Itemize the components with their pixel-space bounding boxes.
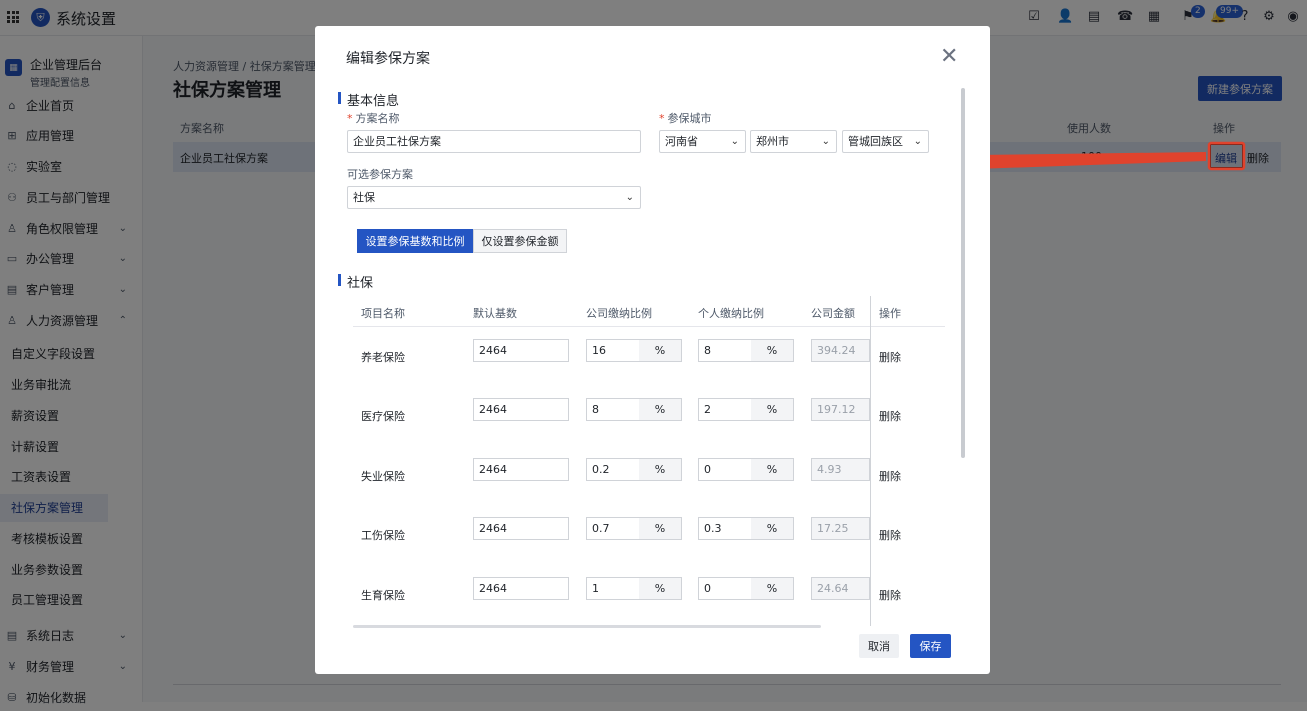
percent-suffix: %	[751, 458, 794, 481]
district-select[interactable]: 管城回族区 ⌄	[842, 130, 929, 153]
company-rate-input[interactable]: 0.7	[586, 517, 640, 540]
personal-rate-input[interactable]: 8	[698, 339, 752, 362]
vertical-scrollbar[interactable]	[961, 88, 965, 458]
percent-suffix: %	[639, 398, 682, 421]
plan-name-input[interactable]: 企业员工社保方案	[347, 130, 641, 153]
company-rate-input[interactable]: 8	[586, 398, 640, 421]
label-city: * 参保城市	[659, 112, 712, 125]
section-social-security: 社保	[338, 272, 373, 291]
optional-plan-value: 社保	[353, 191, 375, 204]
base-input[interactable]: 2464	[473, 577, 569, 600]
company-amount-field: 394.24	[811, 339, 870, 362]
personal-rate-input[interactable]: 0.3	[698, 517, 752, 540]
row-item-name: 医疗保险	[361, 410, 405, 423]
delete-row-link[interactable]: 删除	[879, 468, 901, 484]
col-personal-rate: 个人缴纳比例	[698, 307, 764, 320]
cancel-button[interactable]: 取消	[859, 634, 899, 658]
col-company-amount: 公司金额	[811, 307, 855, 320]
row-item-name: 养老保险	[361, 351, 405, 364]
row-item-name: 工伤保险	[361, 529, 405, 542]
personal-rate-input[interactable]: 2	[698, 398, 752, 421]
percent-suffix: %	[639, 517, 682, 540]
city-select[interactable]: 郑州市 ⌄	[750, 130, 837, 153]
district-value: 管城回族区	[848, 135, 903, 148]
delete-row-link[interactable]: 删除	[879, 527, 901, 543]
percent-suffix: %	[639, 458, 682, 481]
percent-suffix: %	[751, 517, 794, 540]
chevron-down-icon: ⌄	[730, 136, 739, 147]
close-icon[interactable]: ✕	[940, 46, 958, 68]
section-basic-info: 基本信息	[338, 90, 399, 109]
chevron-down-icon: ⌄	[821, 136, 830, 147]
base-input[interactable]: 2464	[473, 339, 569, 362]
optional-plan-select[interactable]: 社保 ⌄	[347, 186, 641, 209]
col-company-rate: 公司缴纳比例	[586, 307, 652, 320]
row-item-name: 生育保险	[361, 589, 405, 602]
percent-suffix: %	[639, 577, 682, 600]
table-header-divider	[353, 326, 945, 327]
fixed-column-divider	[870, 296, 871, 626]
horizontal-scrollbar[interactable]	[353, 625, 821, 628]
delete-row-link[interactable]: 删除	[879, 587, 901, 603]
province-select[interactable]: 河南省 ⌄	[659, 130, 746, 153]
company-amount-field: 4.93	[811, 458, 870, 481]
personal-rate-input[interactable]: 0	[698, 577, 752, 600]
personal-rate-input[interactable]: 0	[698, 458, 752, 481]
col-default-base: 默认基数	[473, 307, 517, 320]
province-value: 河南省	[665, 135, 698, 148]
save-button[interactable]: 保存	[910, 634, 951, 658]
edit-plan-dialog: 编辑参保方案 ✕ 基本信息 * 方案名称 企业员工社保方案 * 参保城市 河南省 ⌄ …	[315, 26, 990, 674]
base-input[interactable]: 2464	[473, 398, 569, 421]
company-amount-field: 17.25	[811, 517, 870, 540]
tab-amount-only[interactable]: 仅设置参保金额	[473, 229, 567, 253]
base-input[interactable]: 2464	[473, 517, 569, 540]
company-rate-input[interactable]: 16	[586, 339, 640, 362]
company-amount-field: 24.64	[811, 577, 870, 600]
delete-row-link[interactable]: 删除	[879, 349, 901, 365]
company-rate-input[interactable]: 1	[586, 577, 640, 600]
col-operations: 操作	[879, 307, 901, 320]
percent-suffix: %	[751, 577, 794, 600]
company-amount-field: 197.12	[811, 398, 870, 421]
percent-suffix: %	[751, 398, 794, 421]
label-optional-plan: 可选参保方案	[347, 168, 413, 181]
row-item-name: 失业保险	[361, 470, 405, 483]
city-value: 郑州市	[756, 135, 789, 148]
tab-base-and-rate[interactable]: 设置参保基数和比例	[357, 229, 473, 253]
chevron-down-icon: ⌄	[625, 192, 634, 203]
percent-suffix: %	[751, 339, 794, 362]
chevron-down-icon: ⌄	[913, 136, 922, 147]
label-plan-name: * 方案名称	[347, 112, 400, 125]
base-input[interactable]: 2464	[473, 458, 569, 481]
percent-suffix: %	[639, 339, 682, 362]
dialog-title: 编辑参保方案	[346, 51, 430, 67]
company-rate-input[interactable]: 0.2	[586, 458, 640, 481]
delete-row-link[interactable]: 删除	[879, 408, 901, 424]
col-item-name: 项目名称	[361, 307, 405, 320]
